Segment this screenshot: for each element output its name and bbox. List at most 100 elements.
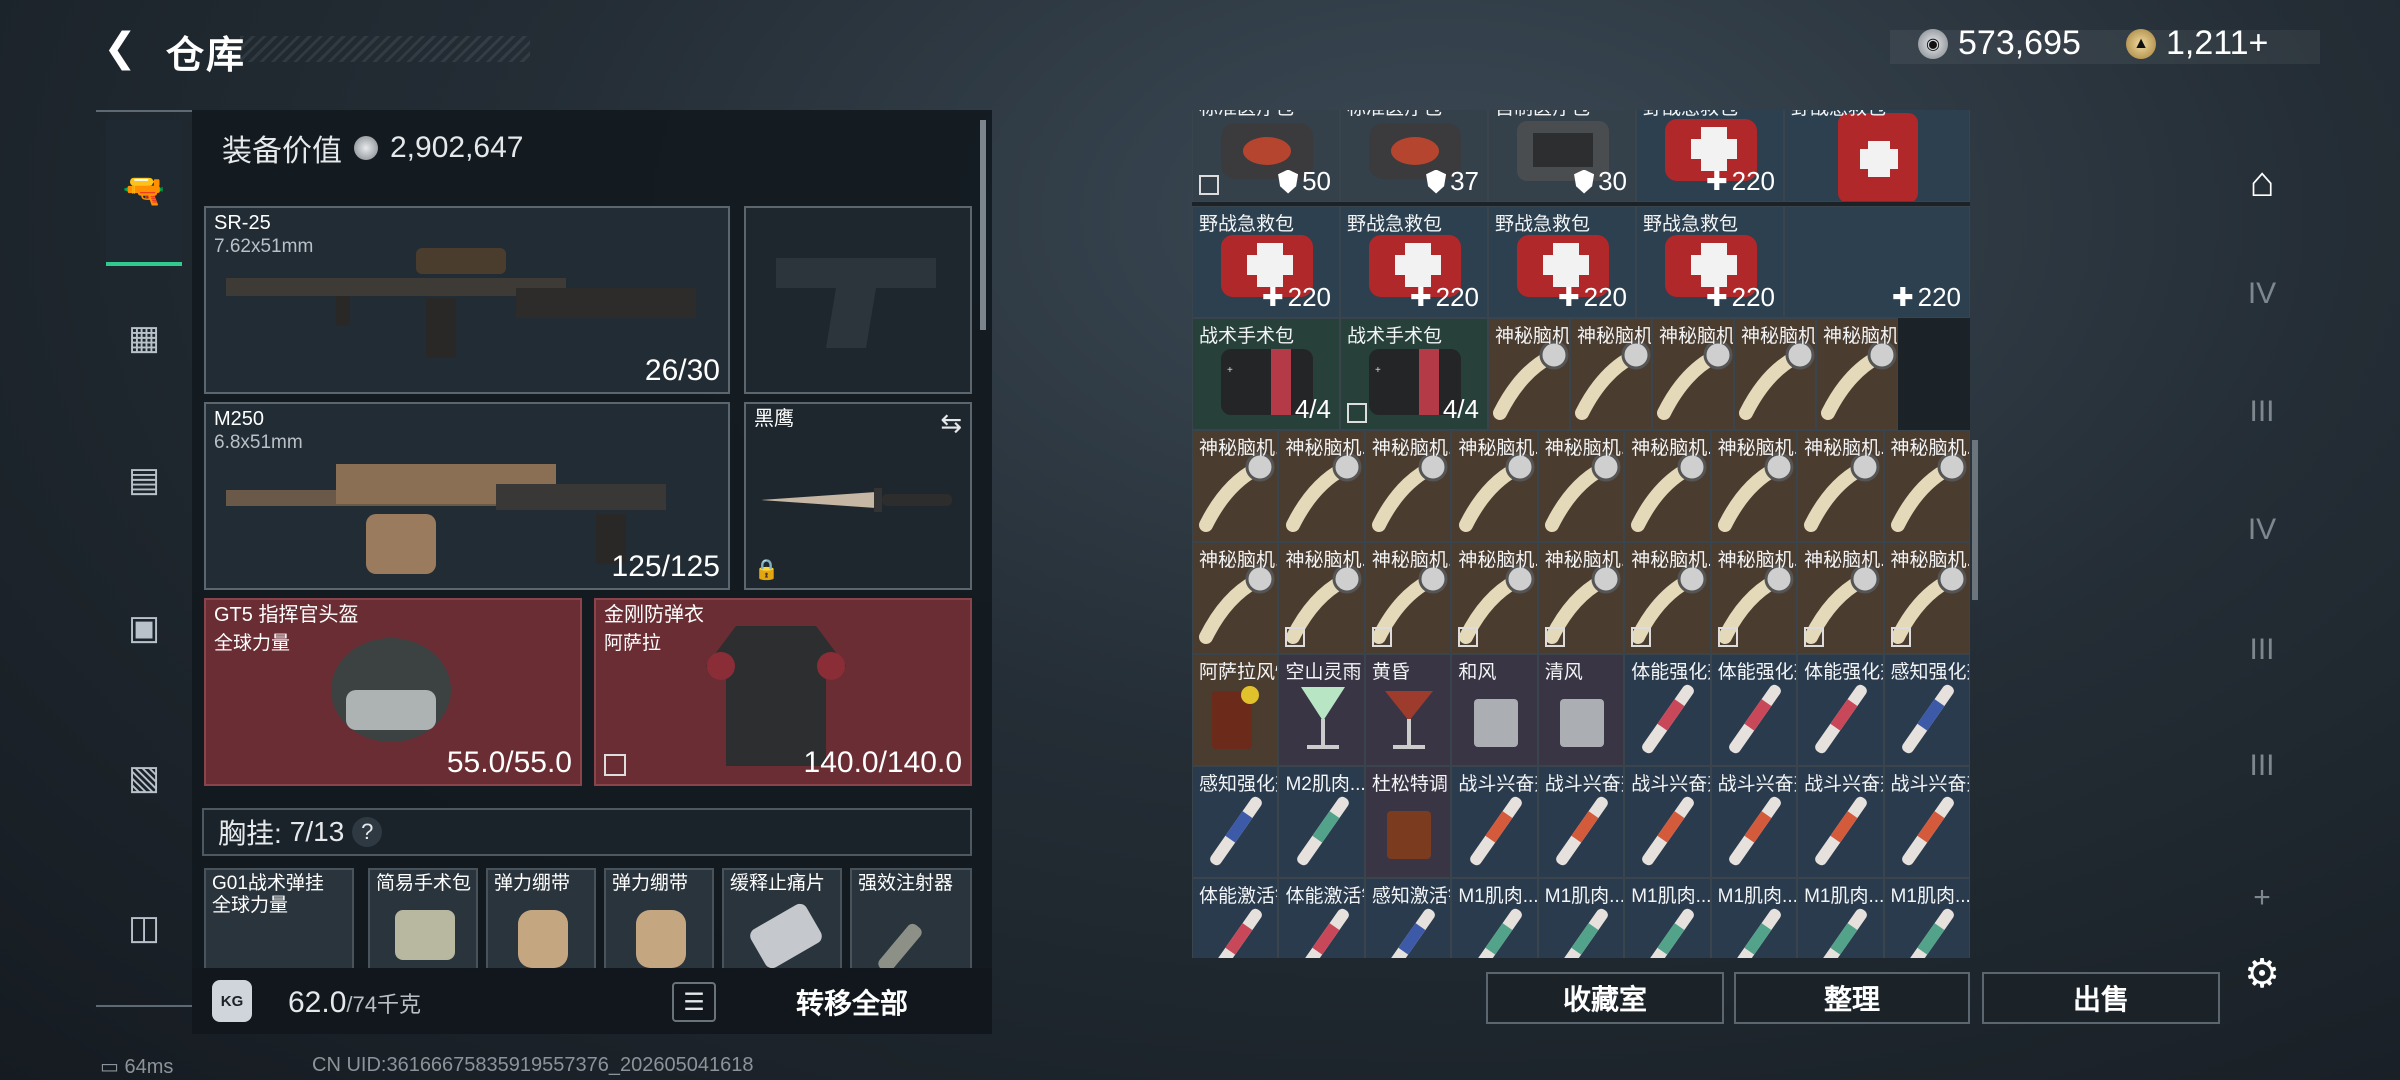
inventory-item[interactable]: 杜松特调 (1364, 766, 1452, 878)
inventory-item[interactable]: 体能强化剂 (1624, 654, 1711, 766)
nav-backpack[interactable]: ▤ (106, 442, 182, 518)
inventory-item[interactable]: 野战急救包 ✚220 (1636, 206, 1784, 318)
inventory-item[interactable]: 神秘脑机... (1816, 318, 1898, 430)
grid-scrollbar[interactable] (1972, 440, 1978, 600)
inventory-item[interactable]: M1肌肉... (1710, 878, 1798, 958)
inventory-item[interactable]: 感知强化剂 (1192, 766, 1279, 878)
inventory-item[interactable]: 神秘脑机... (1797, 430, 1884, 542)
inventory-item[interactable]: M1肌肉... (1624, 878, 1711, 958)
inventory-item[interactable]: 黄昏 (1364, 654, 1452, 766)
inventory-item[interactable]: + 战术手术包 4/4 (1340, 318, 1488, 430)
inventory-item[interactable]: 神秘脑机... (1883, 430, 1970, 542)
nav-vest[interactable]: ▦ (106, 300, 182, 376)
inventory-item[interactable]: 战斗兴奋剂 (1710, 766, 1798, 878)
facility-tab[interactable]: III (2230, 618, 2294, 682)
sell-button[interactable]: 出售 (1982, 972, 2220, 1024)
inventory-item[interactable]: 神秘脑机... (1710, 430, 1798, 542)
inventory-item[interactable]: 标准医疗包 37 (1340, 110, 1488, 202)
inventory-item[interactable]: 神秘脑机... (1192, 542, 1279, 654)
inventory-item[interactable]: 自制医疗包 30 (1488, 110, 1636, 202)
inventory-item[interactable]: 神秘脑机... (1451, 430, 1538, 542)
collection-room-button[interactable]: 收藏室 (1486, 972, 1724, 1024)
swap-icon[interactable]: ⇆ (940, 408, 962, 439)
inventory-item[interactable]: 神秘脑机... (1710, 542, 1798, 654)
chest-rig-slot[interactable]: G01战术弹挂 全球力量 (204, 868, 354, 974)
nav-pouch[interactable]: ▣ (106, 590, 182, 666)
chest-item-slot[interactable]: 简易手术包 (368, 868, 478, 974)
inventory-item[interactable]: 神秘脑机... (1537, 542, 1625, 654)
inventory-item[interactable]: M1肌肉... (1883, 878, 1970, 958)
inventory-item[interactable]: 野战急救包 (1784, 110, 1970, 202)
facility-tab[interactable]: III (2230, 734, 2294, 798)
inventory-item[interactable]: 战斗兴奋剂 (1537, 766, 1625, 878)
inventory-item[interactable]: 神秘脑机... (1734, 318, 1816, 430)
nav-gun[interactable]: 🔫 (106, 120, 182, 266)
inventory-item[interactable]: 战斗兴奋剂 (1624, 766, 1711, 878)
inventory-item[interactable]: 阿萨拉风情 (1192, 654, 1279, 766)
inventory-item[interactable]: M1肌肉... (1451, 878, 1538, 958)
inventory-item[interactable]: 感知强化剂 (1883, 654, 1970, 766)
inventory-item[interactable]: 野战急救包 ✚220 (1636, 110, 1784, 202)
facility-tab[interactable]: III (2230, 380, 2294, 444)
facility-tab[interactable]: IV (2230, 262, 2294, 326)
inventory-item[interactable]: 野战急救包 ✚220 (1340, 206, 1488, 318)
help-icon[interactable]: ? (352, 817, 383, 847)
inventory-item[interactable]: 体能激活针 (1192, 878, 1279, 958)
inventory-item[interactable]: ✚ 220 (1784, 206, 1970, 318)
pistol-slot[interactable] (744, 206, 972, 394)
inventory-item[interactable]: 体能强化剂 (1710, 654, 1798, 766)
warehouse-grid[interactable]: 标准医疗包50标准医疗包37自制医疗包30野战急救包✚220野战急救包野战急救包… (1192, 110, 1970, 958)
inventory-item[interactable]: + 战术手术包 4/4 (1192, 318, 1340, 430)
list-view-button[interactable]: ☰ (672, 982, 716, 1022)
transfer-all-button[interactable]: 转移全部 (796, 982, 908, 1022)
inventory-item[interactable]: 神秘脑机... (1278, 430, 1365, 542)
inventory-item[interactable]: 体能强化剂 (1797, 654, 1884, 766)
inventory-item[interactable]: 神秘脑机... (1364, 430, 1452, 542)
gold-currency[interactable]: ▲ 1,211+ (2126, 24, 2268, 63)
inventory-item[interactable]: 神秘脑机... (1488, 318, 1570, 430)
inventory-item[interactable]: 神秘脑机... (1797, 542, 1884, 654)
sort-button[interactable]: 整理 (1734, 972, 1970, 1024)
inventory-item[interactable]: 神秘脑机... (1624, 542, 1711, 654)
inventory-item[interactable]: 战斗兴奋剂 (1797, 766, 1884, 878)
inventory-item[interactable]: 神秘脑机... (1537, 430, 1625, 542)
helmet-slot[interactable]: GT5 指挥官头盔 全球力量 55.0/55.0 (204, 598, 582, 786)
inventory-item[interactable]: 野战急救包 ✚220 (1488, 206, 1636, 318)
inventory-item[interactable]: 神秘脑机... (1364, 542, 1452, 654)
inventory-item[interactable]: 战斗兴奋剂 (1451, 766, 1538, 878)
back-button[interactable]: ❮ (98, 26, 142, 70)
inventory-item[interactable]: 体能激活针 (1278, 878, 1365, 958)
inventory-item[interactable]: M1肌肉... (1797, 878, 1884, 958)
inventory-item[interactable]: 感知激活针 (1364, 878, 1452, 958)
inventory-item[interactable]: 空山灵雨 (1278, 654, 1365, 766)
chest-item-slot[interactable]: 强效注射器 (850, 868, 972, 974)
scrollbar[interactable] (980, 120, 986, 330)
add-facility-button[interactable]: + (2230, 866, 2294, 930)
nav-container[interactable]: ▧ (106, 740, 182, 816)
warehouse-tab[interactable]: ⌂ (2230, 150, 2294, 214)
inventory-item[interactable]: M2肌肉... (1278, 766, 1365, 878)
inventory-item[interactable]: 标准医疗包 50 (1192, 110, 1340, 202)
inventory-item[interactable]: 神秘脑机... (1652, 318, 1734, 430)
inventory-item[interactable]: 战斗兴奋剂 (1883, 766, 1970, 878)
inventory-item[interactable]: M1肌肉... (1537, 878, 1625, 958)
chest-item-slot[interactable]: 缓释止痛片 (722, 868, 842, 974)
inventory-item[interactable]: 和风 (1451, 654, 1538, 766)
facility-tab[interactable]: IV (2230, 498, 2294, 562)
inventory-item[interactable]: 神秘脑机... (1451, 542, 1538, 654)
inventory-item[interactable]: 神秘脑机... (1624, 430, 1711, 542)
settings-button[interactable]: ⚙ (2230, 942, 2294, 1006)
chest-item-slot[interactable]: 弹力绷带 (604, 868, 714, 974)
secondary-weapon-slot[interactable]: M250 6.8x51mm 125/125 (204, 402, 730, 590)
inventory-item[interactable]: 神秘脑机... (1570, 318, 1652, 430)
inventory-item[interactable]: 野战急救包 ✚220 (1192, 206, 1340, 318)
inventory-item[interactable]: 清风 (1537, 654, 1625, 766)
inventory-item[interactable]: 神秘脑机... (1192, 430, 1279, 542)
nav-case[interactable]: ◫ (106, 890, 182, 966)
armor-slot[interactable]: 金刚防弹衣 阿萨拉 140.0/140.0 (594, 598, 972, 786)
melee-slot[interactable]: 黑鹰 ⇆ 🔒 (744, 402, 972, 590)
chest-item-slot[interactable]: 弹力绷带 (486, 868, 596, 974)
inventory-item[interactable]: 神秘脑机... (1883, 542, 1970, 654)
inventory-item[interactable]: 神秘脑机... (1278, 542, 1365, 654)
primary-weapon-slot[interactable]: SR-25 7.62x51mm 26/30 (204, 206, 730, 394)
